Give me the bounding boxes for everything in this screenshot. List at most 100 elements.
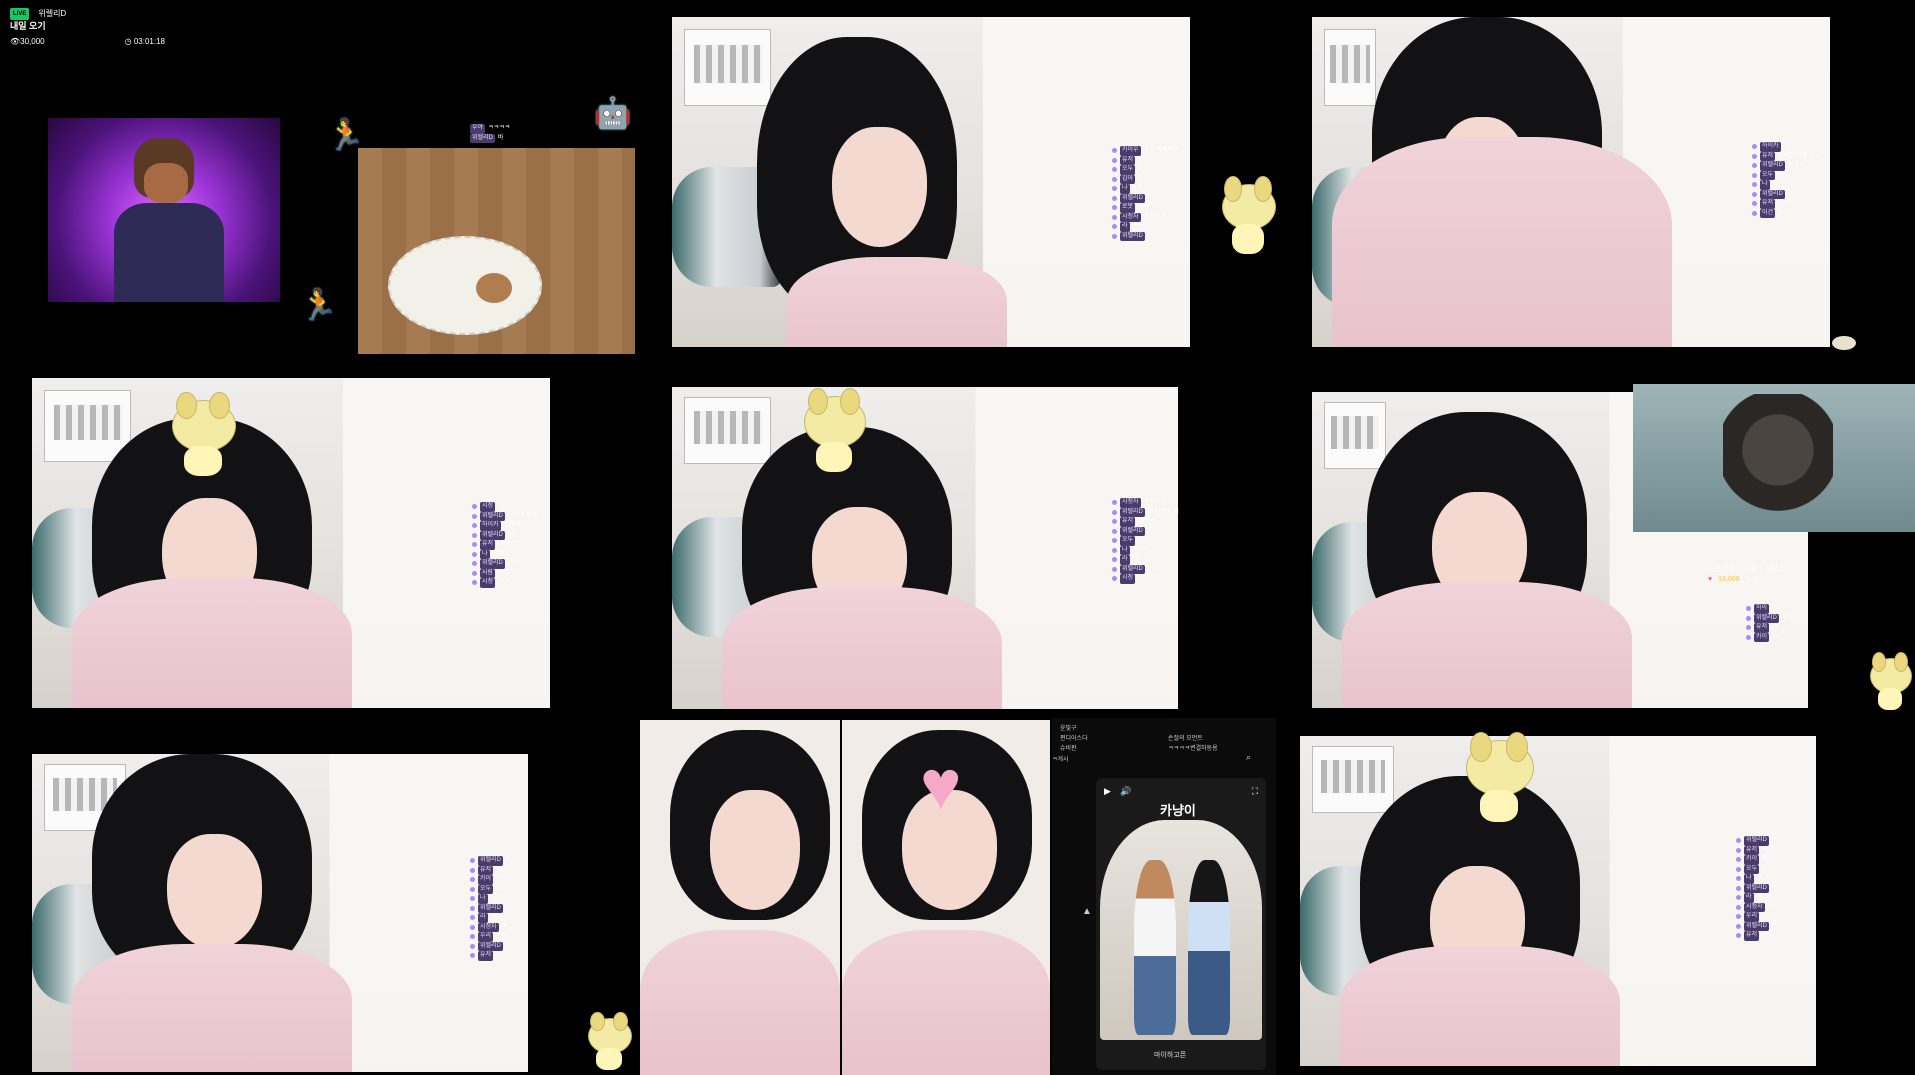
stream-title: 내일 오기 — [10, 21, 46, 31]
chat-line: 시청 ㅋㅋ — [472, 502, 537, 512]
chat-line: 유저 그 — [1112, 155, 1178, 165]
megaman-sprite-icon: 🤖 — [594, 97, 632, 130]
dancer-right — [1188, 860, 1230, 1035]
play-icon[interactable]: ▶ — [1104, 786, 1111, 797]
chat-line: 유저 ㅋ — [1736, 931, 1779, 941]
pixel-heart-icon: ♥ — [920, 746, 962, 824]
bear-mascot-icon — [588, 1012, 632, 1070]
viewer-icon: 👁 — [10, 37, 21, 46]
chat-line: 위렐리D ㅋㅋㅋ — [1752, 161, 1820, 171]
chat-line: 시청 ㅋㅋ — [472, 578, 537, 588]
chat-line: 시청자 ㅋㅋㅋㅋ — [1112, 212, 1178, 222]
chat-line: 라ㅋ — [1736, 893, 1779, 903]
video-player[interactable]: ▶ 🔊 ⛶ 카냥이 마이하고픈 — [1096, 778, 1266, 1070]
anime-character-art — [48, 118, 280, 302]
chat-line: 라 ㅋㅋ — [1112, 222, 1178, 232]
chat-line: 유저 ㅋㅋㅋㅋ — [472, 540, 537, 550]
uptime: ◷ 03:01:18 — [124, 37, 165, 46]
chat-overlay: 하이 ㅋㅋ 위렐리D 우 유저 ㅋ 카이 ㅋ — [1746, 604, 1787, 642]
chat-line: 오두 다 — [470, 884, 517, 894]
mouse-cursor-icon: ▲ — [1082, 906, 1092, 917]
stream-header: LIVE 위렐리D 내일 오기 👁30,000 ◷ 03:01:18 — [10, 8, 165, 48]
chat-line: 유저 그리고 이런 ㅅㅅ — [1752, 151, 1820, 161]
chat-line: 카이우 우선 미루세요 — [1112, 146, 1178, 156]
megaman-sprite-icon: 🏃 — [300, 289, 338, 322]
video-footer: 마이하고픈 — [1154, 1052, 1187, 1059]
chat-line: 유저 — [470, 951, 517, 961]
search-icon[interactable]: ⌕ — [1246, 752, 1251, 763]
chat-line: 위렐리D 고 — [1112, 526, 1179, 536]
chat-line: 하이 ㅋㅋ — [1746, 604, 1787, 614]
chat-line: 위렐리D 그리고 우리 — [472, 511, 537, 521]
chat-line: 위렐리D ㅋ — [1112, 231, 1178, 241]
fullscreen-icon[interactable]: ⛶ — [1252, 786, 1258, 797]
floor-camera-dog — [358, 148, 635, 354]
chat-line: 오두 고 — [1112, 165, 1178, 175]
chat-line: 우야 ㅋㅋㅋㅋ — [470, 124, 510, 134]
chat-line: 유저 우 — [470, 865, 517, 875]
donation-message: 이번 라운드 사람 ... 테스트 — [1708, 566, 1787, 573]
chat-overlay: 우야 ㅋㅋㅋㅋ 위렐리D 바 — [470, 124, 510, 143]
chat-line: 나그 — [470, 894, 517, 904]
side-label: ㅋ게시 — [1052, 757, 1069, 763]
donation-amount: 10,000 — [1718, 576, 1740, 583]
chat-line: 위렐리D ㅋ — [470, 941, 517, 951]
viewer-count: 👁30,000 — [10, 37, 45, 46]
chat-overlay: 위렐리D ㅋㅋ 유저 우 카이 ㅋ 오두 다 나그 위렐리D 라ㅋ 시청자 ㅋ 우리 ㅋㅋ … — [470, 856, 517, 961]
panel-row: 슈비판 — [1060, 746, 1077, 752]
chat-line: 나 2ㅋ — [1112, 184, 1178, 194]
chat-line: 하이카 우 — [1752, 142, 1820, 152]
live-badge: LIVE — [10, 8, 30, 20]
video-title: 카냥이 — [1160, 803, 1196, 818]
volume-icon[interactable]: 🔊 — [1120, 786, 1131, 797]
chat-line: 나ㅋ — [1752, 180, 1820, 190]
chat-line: 위렐리D ㅋ — [1736, 883, 1779, 893]
video-panel: 윤빛구 편디어스다 슈비판 손절의 모먼트 ㅋㅋㅋㅋ변결하동용 ⌕ ㅋ게시 ▶ … — [1052, 718, 1276, 1075]
closeup-cam-left — [640, 720, 840, 1075]
chat-line: 나 ㅋㅋㅋ — [1112, 545, 1179, 555]
panel-row: ㅋㅋㅋㅋ변결하동용 — [1168, 746, 1218, 752]
chat-line: 오두 ㅋ — [1112, 536, 1179, 546]
chat-line: 유저 ㅋ — [1746, 623, 1787, 633]
panel-row: 윤빛구 — [1060, 726, 1077, 732]
chat-line: 시청자 ㅋ — [470, 922, 517, 932]
dancer-left — [1134, 860, 1176, 1035]
chat-line: 위렐리D ㅋㅋ — [1752, 189, 1820, 199]
chat-line: 라ㅋ — [1112, 555, 1179, 565]
chat-line: 사람 ㅋ — [472, 568, 537, 578]
chat-line: 카이 이 — [1736, 855, 1779, 865]
chat-overlay: 하이카 우 유저 그리고 이런 ㅅㅅ 위렐리D ㅋㅋㅋ 오두 ㅋ 나ㅋ 위렐리D ㅋㅋ 유… — [1752, 142, 1820, 218]
chat-line: 위렐리D ㅋ — [1736, 836, 1779, 846]
chat-line: 오두 우 — [1736, 864, 1779, 874]
chat-line: 유저 ㅋ — [1736, 845, 1779, 855]
chat-line: 이건 ㅋ — [1752, 208, 1820, 218]
chat-line: 우리 ㅋ — [1736, 912, 1779, 922]
chat-line: 위렐리D — [1112, 193, 1178, 203]
bear-mascot-icon — [804, 388, 866, 472]
bear-mascot-icon — [1870, 652, 1912, 712]
panel-row: 손절의 모먼트 — [1168, 736, 1203, 742]
channel-name[interactable]: 위렐리D — [38, 8, 66, 20]
chat-line: 나ㅋ — [1736, 874, 1779, 884]
chat-line: 시청 ㅋㅋㅋㅋ — [1112, 574, 1179, 584]
streamer-cam-6 — [32, 754, 528, 1072]
chat-line: 하이카 그래서 — [472, 521, 537, 531]
clock-icon: ◷ — [124, 37, 132, 46]
chat-line: 시청자 ㅋㅋ — [1736, 902, 1779, 912]
chat-line: 위렐리D 우 — [1746, 613, 1787, 623]
chat-line: 위렐리D 그 인생 다시 — [1112, 507, 1179, 517]
chat-overlay: 시청 ㅋㅋ 위렐리D 그리고 우리 하이카 그래서 위렐리D 요 유저 ㅋㅋㅋㅋ 나 그거 … — [472, 502, 537, 588]
chat-line: 시청자 ㅋㅋㅋㅋ — [1112, 498, 1179, 508]
chat-line: 로봇 ㅋㅋ — [1112, 203, 1178, 213]
chat-line: 위렐리D 요 — [472, 530, 537, 540]
bear-mascot-icon — [1832, 336, 1856, 350]
chat-line: 위렐리D ㅋㅋ — [472, 559, 537, 569]
bear-mascot-icon — [172, 392, 236, 476]
chat-line: 유저 ㅋㅋㅋ — [1752, 199, 1820, 209]
chat-line: 위렐리D ㅋ — [1736, 921, 1779, 931]
fighter-jet-pilot-clip — [1633, 384, 1915, 532]
chat-line: 위렐리D — [470, 903, 517, 913]
chat-overlay: 카이우 우선 미루세요 유저 그 오두 고 김아 고 나 2ㅋ 위렐리D 로봇 ㅋㅋ 시청자… — [1112, 146, 1178, 241]
chat-line: 우리 ㅋㅋ — [470, 932, 517, 942]
chat-line: 오두 ㅋ — [1752, 170, 1820, 180]
